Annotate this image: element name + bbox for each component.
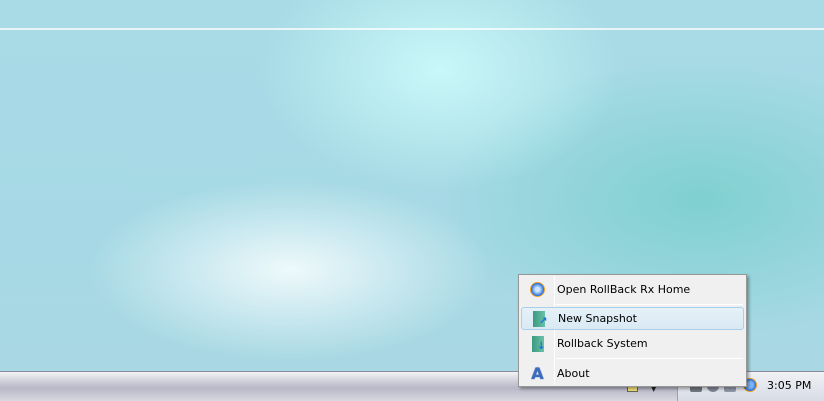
snapshot-door-icon: ↗ <box>532 310 548 327</box>
desktop-highlight-line <box>0 28 824 30</box>
menu-item-open-rollback-home[interactable]: Open RollBack Rx Home <box>521 278 744 301</box>
about-a-icon: A <box>531 364 544 383</box>
menu-separator <box>556 358 743 359</box>
menu-separator <box>556 304 743 305</box>
menu-item-label: About <box>557 367 590 380</box>
menu-item-label: Open RollBack Rx Home <box>557 283 691 296</box>
menu-item-rollback-system[interactable]: ↓ Rollback System <box>521 332 744 355</box>
rollback-globe-icon <box>530 282 545 297</box>
rollback-context-menu: Open RollBack Rx Home ↗ New Snapshot ↓ R… <box>518 274 747 387</box>
menu-item-label: New Snapshot <box>558 312 637 325</box>
tray-clock[interactable]: 3:05 PM <box>767 379 811 392</box>
menu-item-about[interactable]: A About <box>521 362 744 385</box>
menu-item-new-snapshot[interactable]: ↗ New Snapshot <box>521 307 744 330</box>
rollback-door-icon: ↓ <box>531 335 546 352</box>
menu-item-label: Rollback System <box>557 337 648 350</box>
